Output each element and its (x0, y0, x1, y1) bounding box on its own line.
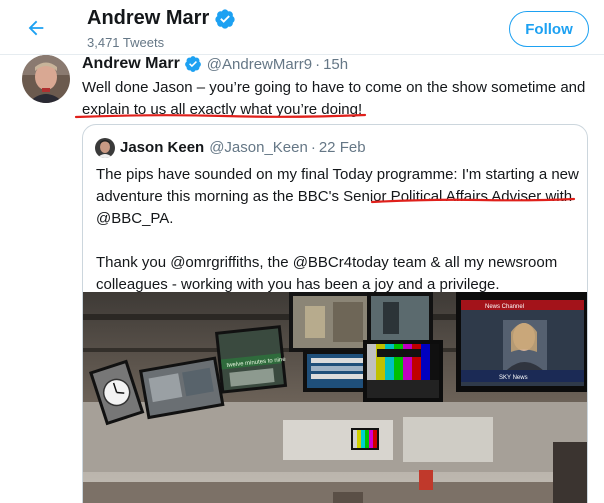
quoted-tweet-card[interactable]: Jason Keen @Jason_Keen · 22 Feb The pips… (82, 124, 588, 503)
verified-badge-icon (180, 55, 202, 73)
tweet-timestamp[interactable]: 15h (323, 56, 348, 73)
newsroom-photo[interactable]: twelve minutes to nine News Channel SKY … (83, 292, 587, 503)
screen-caption: News Channel (485, 304, 524, 310)
verified-badge-icon (214, 8, 236, 30)
quoted-paragraph-2: Thank you @omrgriffiths, the @BBCr4today… (96, 254, 558, 293)
quoted-tweet-timestamp: 22 Feb (318, 139, 366, 156)
tweet-count: 3,471 Tweets (87, 35, 165, 50)
follow-button[interactable]: Follow (509, 11, 589, 47)
screen-caption: SKY News (499, 375, 528, 381)
author-handle[interactable]: @AndrewMarr9 (207, 56, 312, 73)
author-name[interactable]: Andrew Marr (82, 55, 180, 73)
quoted-author-name: Jason Keen (120, 139, 205, 156)
back-button[interactable] (18, 11, 54, 45)
profile-name: Andrew Marr (87, 7, 236, 30)
arrow-left-icon (28, 20, 44, 36)
tweet-header: Andrew Marr @AndrewMarr9 · 15h (82, 55, 348, 73)
red-annotation-underline (74, 113, 367, 119)
author-avatar[interactable] (22, 55, 70, 103)
separator-dot: · (310, 139, 316, 156)
separator-dot: · (315, 55, 321, 73)
quoted-author-handle: @Jason_Keen (209, 139, 308, 156)
quoted-tweet-header: Jason Keen @Jason_Keen · 22 Feb (120, 139, 366, 156)
profile-header: Andrew Marr 3,471 Tweets Follow (0, 0, 604, 55)
red-annotation-underline (370, 197, 576, 204)
profile-name-text: Andrew Marr (87, 7, 210, 29)
quoted-author-avatar (95, 138, 115, 158)
